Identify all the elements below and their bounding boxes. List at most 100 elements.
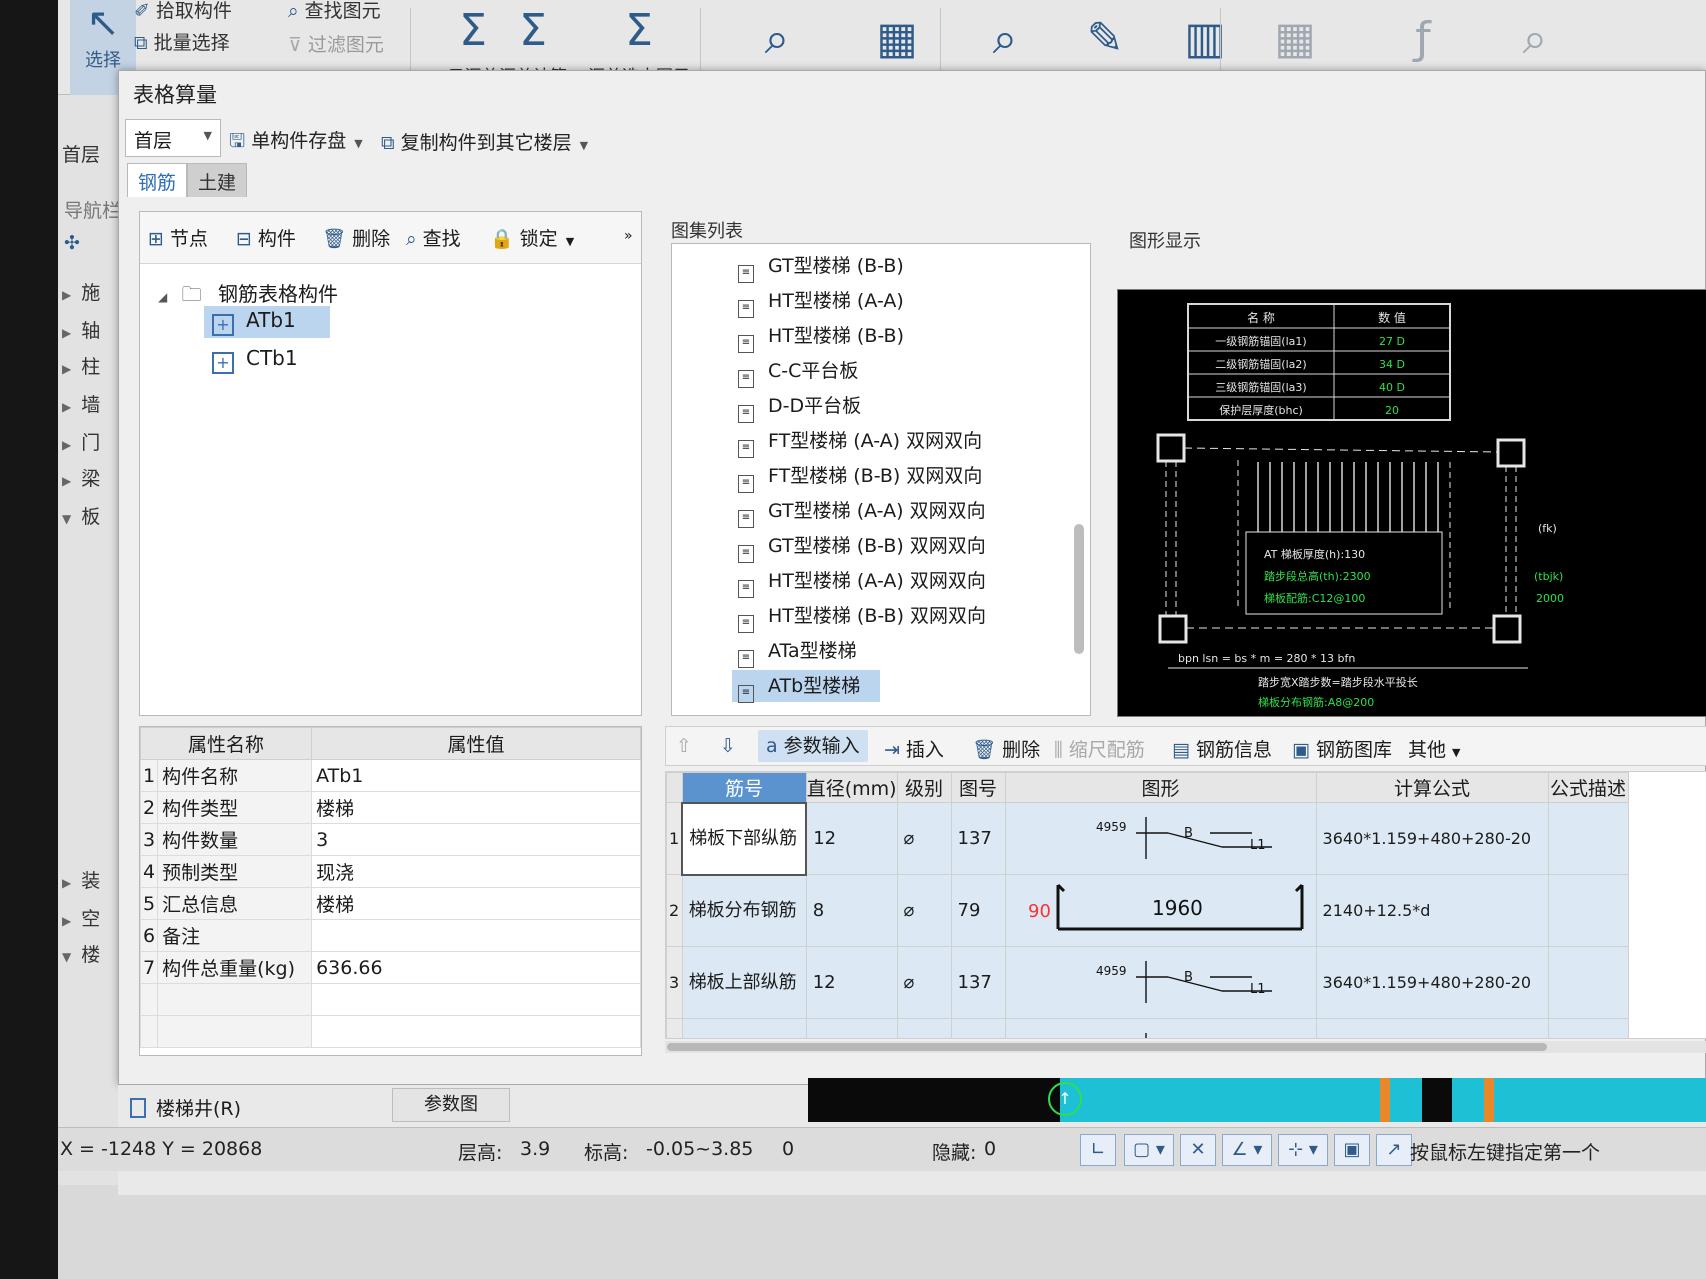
save-single-component-button[interactable]: 🖫 单构件存盘 ▼	[229, 126, 363, 159]
floor-dropdown[interactable]: 首层 ▼	[125, 119, 221, 157]
find-button[interactable]: ⌕ 查找	[406, 224, 461, 251]
param-figure-button[interactable]: 参数图	[392, 1088, 510, 1122]
property-value[interactable]	[311, 919, 641, 952]
rebar-shape-cell[interactable]: 90 1960	[1004, 874, 1317, 947]
tab-rebar[interactable]: 钢筋	[127, 163, 188, 197]
curve-icon[interactable]: ↗	[1376, 1134, 1412, 1166]
copy-to-floors-button[interactable]: ⧉ 复制构件到其它楼层 ▼	[381, 128, 588, 155]
atlas-item[interactable]: ≡ GT型楼梯 (B-B) 双网双向	[738, 530, 986, 563]
grid-horizontal-scrollbar[interactable]	[665, 1041, 1706, 1053]
other-menu-button[interactable]: 其他 ▼	[1408, 735, 1460, 762]
insert-button[interactable]: ⇥ 插入	[884, 735, 944, 762]
rebar-shape-cell[interactable]: 5119B	[1004, 1018, 1317, 1038]
nav-item[interactable]: ▶ 施	[62, 278, 100, 305]
atlas-item[interactable]: ≡ FT型楼梯 (B-B) 双网双向	[738, 460, 982, 493]
property-value[interactable]: 楼梯	[311, 887, 641, 920]
grid-column-header[interactable]: 公式描述	[1547, 772, 1629, 803]
property-row[interactable]: 1 构件名称 ATb1	[139, 759, 641, 792]
angle-icon[interactable]: ∠ ▾	[1222, 1134, 1272, 1166]
grid-column-header[interactable]: 计算公式	[1315, 772, 1549, 803]
delete-button[interactable]: 🗑 删除	[322, 224, 390, 251]
atlas-item[interactable]: ≡ ATb型楼梯	[732, 670, 881, 703]
rebar-name-cell[interactable]: 梯板上部纵筋	[681, 946, 807, 1019]
rebar-library-button[interactable]: ▣ 钢筋图库	[1292, 735, 1392, 762]
formula-description-cell[interactable]	[1547, 874, 1629, 947]
property-value[interactable]: 楼梯	[311, 791, 641, 824]
grade-cell[interactable]: ⌀	[896, 946, 952, 1019]
rebar-row[interactable]: 2 梯板分布钢筋 8 ⌀ 79 90 1960 2140+12.5*d	[666, 874, 1629, 947]
rebar-name-cell[interactable]: 附加纵筋1	[681, 1018, 807, 1038]
atlas-scrollbar[interactable]	[1074, 524, 1084, 654]
pick-component-button[interactable]: ✐ 拾取构件	[134, 0, 232, 23]
atlas-item[interactable]: ≡ GT型楼梯 (A-A) 双网双向	[738, 495, 986, 528]
cross-select-icon[interactable]: ✕	[1180, 1134, 1216, 1166]
rebar-name-cell[interactable]: 梯板分布钢筋	[681, 874, 807, 947]
display-icon[interactable]: ▣	[1334, 1134, 1370, 1166]
move-up-icon[interactable]: ⇧	[676, 735, 692, 757]
diameter-cell[interactable]: 16	[805, 1018, 898, 1038]
nav-item[interactable]: ▶ 空	[62, 904, 100, 931]
grid-column-header[interactable]: 图形	[1004, 772, 1317, 803]
property-row[interactable]: 4 预制类型 现浇	[139, 855, 641, 888]
property-value[interactable]: 3	[311, 823, 641, 856]
formula-cell[interactable]: 2140+12.5*d	[1315, 874, 1549, 947]
formula-cell[interactable]: 3640*1.159+480+280-20	[1315, 946, 1549, 1019]
tab-civil[interactable]: 土建	[187, 163, 248, 197]
rebar-name-cell[interactable]: 梯板下部纵筋	[681, 801, 808, 876]
property-value[interactable]: 现浇	[311, 855, 641, 888]
batch-select-button[interactable]: ⧉ 批量选择	[134, 28, 230, 55]
add-component-button[interactable]: ⊟ 构件	[236, 224, 296, 251]
grade-cell[interactable]: ⌀	[896, 1018, 952, 1038]
nav-item[interactable]: ▶ 梁	[62, 464, 100, 491]
tree-item-ctb1[interactable]: + CTb1	[212, 346, 298, 374]
find-element-button[interactable]: ⌕ 查找图元	[288, 0, 381, 23]
formula-description-cell[interactable]	[1547, 1018, 1629, 1038]
nav-item[interactable]: ▼ 楼	[62, 940, 100, 967]
rect-select-icon[interactable]: ▢ ▾	[1124, 1134, 1174, 1166]
atlas-item[interactable]: ≡ FT型楼梯 (A-A) 双网双向	[738, 425, 982, 458]
stair-well-item[interactable]: 楼梯井(R)	[130, 1094, 241, 1121]
param-input-button[interactable]: a 参数输入	[758, 730, 868, 762]
diameter-cell[interactable]: 12	[805, 946, 898, 1019]
rebar-row[interactable]: 4附加纵筋116⌀137 5119B 3640*1.159+640+280-20	[666, 1018, 1629, 1038]
grid-column-header[interactable]: 图号	[950, 772, 1006, 803]
rebar-row[interactable]: 1 梯板下部纵筋 12 ⌀ 137 4959 B L1 3640*1.159+480+280-2…	[666, 801, 1629, 876]
rebar-shape-cell[interactable]: 4959 B L1	[1004, 802, 1317, 875]
property-value[interactable]: ATb1	[311, 759, 641, 792]
formula-description-cell[interactable]	[1547, 946, 1629, 1019]
atlas-item[interactable]: ≡ HT型楼梯 (A-A)	[738, 285, 904, 318]
formula-cell[interactable]: 3640*1.159+640+280-20	[1315, 1018, 1549, 1038]
delete-row-button[interactable]: 🗑 删除	[972, 735, 1040, 762]
rebar-shape-cell[interactable]: 4959 B L1	[1004, 946, 1317, 1019]
add-node-button[interactable]: ⊞ 节点	[148, 224, 208, 251]
figure-number-cell[interactable]: 79	[950, 874, 1006, 947]
more-icon[interactable]: »	[624, 228, 633, 244]
offset-icon[interactable]: ⊹ ▾	[1278, 1134, 1328, 1166]
nav-item[interactable]: ▶ 门	[62, 428, 100, 455]
figure-number-cell[interactable]: 137	[950, 946, 1006, 1019]
pin-icon[interactable]: ✣	[64, 232, 80, 254]
tree-item-atb1[interactable]: + ATb1	[204, 306, 330, 338]
nav-item[interactable]: ▼ 板	[62, 502, 100, 529]
atlas-item[interactable]: ≡ D-D平台板	[738, 390, 861, 423]
scale-rebar-button[interactable]: ⫼ 缩尺配筋	[1054, 735, 1145, 762]
property-row[interactable]: 5 汇总信息 楼梯	[139, 887, 641, 920]
atlas-item[interactable]: ≡ C-C平台板	[738, 355, 858, 388]
move-down-icon[interactable]: ⇩	[720, 735, 742, 757]
property-row[interactable]: 2 构件类型 楼梯	[139, 791, 641, 824]
property-row[interactable]: 7 构件总重量(kg) 636.66	[139, 951, 641, 984]
figure-number-cell[interactable]: 137	[950, 802, 1006, 875]
property-row[interactable]: 6 备注	[139, 919, 641, 952]
grid-column-header[interactable]: 级别	[896, 772, 952, 803]
atlas-item[interactable]: ≡ HT型楼梯 (A-A) 双网双向	[738, 565, 986, 598]
formula-cell[interactable]: 3640*1.159+480+280-20	[1315, 802, 1549, 875]
lock-button[interactable]: 🔒 锁定 ▼	[490, 224, 574, 251]
grade-cell[interactable]: ⌀	[896, 874, 952, 947]
formula-description-cell[interactable]	[1547, 802, 1629, 875]
rebar-info-button[interactable]: ▤ 钢筋信息	[1172, 735, 1272, 762]
grid-column-header[interactable]: 筋号	[681, 772, 807, 803]
grid-column-header[interactable]: 直径(mm)	[805, 772, 898, 803]
property-value[interactable]: 636.66	[311, 951, 641, 984]
rebar-row[interactable]: 3 梯板上部纵筋 12 ⌀ 137 4959 B L1 3640*1.159+480+280-2…	[666, 946, 1629, 1019]
filter-element-button[interactable]: ⊽ 过滤图元	[288, 30, 384, 57]
